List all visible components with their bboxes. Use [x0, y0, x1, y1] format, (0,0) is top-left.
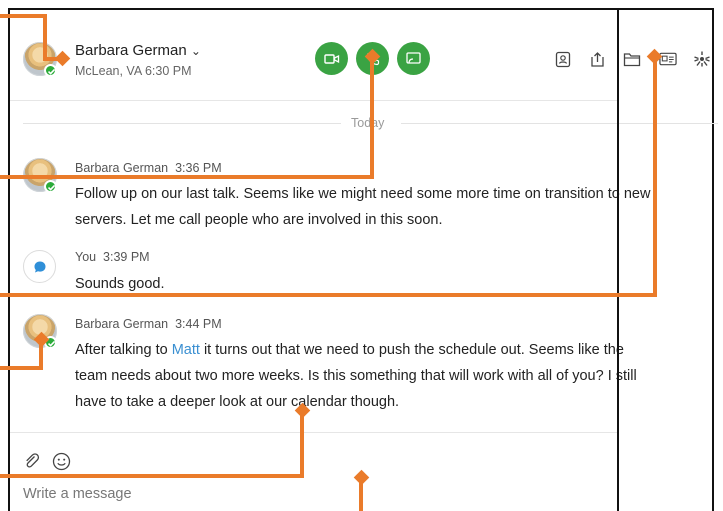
callout-line	[300, 411, 304, 477]
date-divider-label: Today	[351, 116, 385, 130]
message-fragment: After talking to	[75, 342, 172, 358]
apps-icon	[694, 51, 710, 67]
callout-line	[653, 57, 657, 297]
sender-name: Barbara German	[75, 161, 169, 175]
callout-line	[43, 14, 47, 61]
presence-available-icon	[44, 180, 57, 193]
date-divider-line-left	[23, 123, 341, 124]
date-divider-line-right	[401, 123, 718, 124]
message-fragment: it turns out that we need to push the sc…	[199, 342, 624, 358]
files-button[interactable]	[623, 50, 641, 68]
emoji-icon	[52, 452, 71, 471]
callout-line	[370, 57, 374, 178]
message-time: 3:44 PM	[175, 317, 222, 331]
callout-line	[0, 14, 46, 18]
emoji-button[interactable]	[52, 452, 71, 471]
callout-line	[0, 293, 657, 297]
upload-button[interactable]	[588, 50, 606, 68]
contact-name-dropdown[interactable]: Barbara German ⌄	[75, 42, 201, 59]
mention-link[interactable]: Matt	[172, 342, 200, 358]
presence-available-icon	[44, 64, 57, 77]
share-screen-button[interactable]	[397, 42, 430, 75]
upload-icon	[590, 51, 604, 67]
folder-icon	[623, 52, 641, 66]
message-input[interactable]: Write a message	[23, 486, 132, 502]
message-time: 3:39 PM	[103, 250, 150, 264]
contact-card-button[interactable]	[554, 50, 572, 68]
message-sender: Barbara German 3:36 PM	[75, 161, 222, 175]
contact-details-button[interactable]	[659, 50, 677, 68]
message-text: Follow up on our last talk. Seems like w…	[75, 181, 650, 233]
contact-location-time: McLean, VA 6:30 PM	[75, 64, 192, 78]
header-divider	[10, 100, 618, 101]
chevron-down-icon: ⌄	[190, 44, 201, 58]
message-sender: You 3:39 PM	[75, 250, 150, 264]
message-line: team needs about two more weeks. Is this…	[75, 368, 637, 384]
sender-name: Barbara German	[75, 317, 169, 331]
message-time: 3:36 PM	[175, 161, 222, 175]
attach-button[interactable]	[23, 452, 41, 470]
message-line: Follow up on our last talk. Seems like w…	[75, 186, 651, 202]
callout-line	[0, 366, 43, 370]
callout-line	[359, 478, 363, 511]
id-card-icon	[659, 52, 677, 66]
contact-name: Barbara German	[75, 42, 187, 59]
sender-name: You	[75, 250, 97, 264]
screen-share-icon	[406, 52, 421, 64]
message-text: After talking to Matt it turns out that …	[75, 337, 637, 415]
message-line: After talking to Matt it turns out that …	[75, 337, 637, 363]
video-camera-icon	[323, 53, 339, 64]
panel-divider	[617, 8, 619, 511]
contact-card-icon	[555, 51, 571, 67]
composer-divider	[10, 432, 618, 433]
chat-bubble-icon	[34, 261, 45, 272]
message-sender: Barbara German 3:44 PM	[75, 317, 222, 331]
callout-line	[0, 474, 304, 478]
self-avatar[interactable]	[23, 250, 56, 283]
callout-line	[0, 175, 374, 179]
paperclip-icon	[26, 453, 40, 468]
message-line: have to take a deeper look at our calend…	[75, 394, 400, 410]
message-line: servers. Let me call people who are invo…	[75, 212, 443, 228]
video-call-button[interactable]	[315, 42, 348, 75]
apps-button[interactable]	[693, 50, 711, 68]
